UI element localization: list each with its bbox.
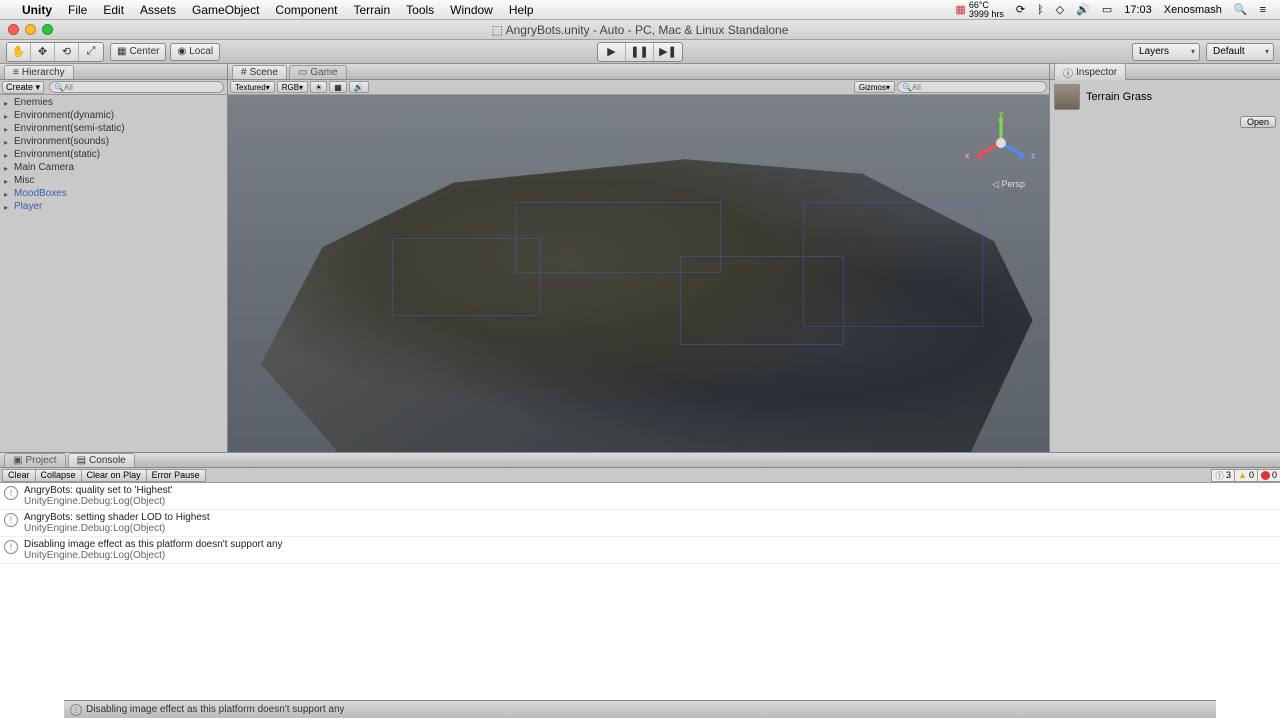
game-tab[interactable]: ▭ Game bbox=[289, 65, 347, 79]
space-toggle[interactable]: ◉ Local bbox=[170, 43, 220, 61]
scale-tool[interactable]: ⤢ bbox=[79, 43, 103, 61]
hierarchy-item[interactable]: Environment(sounds) bbox=[0, 135, 227, 148]
hand-tool[interactable]: ✋ bbox=[7, 43, 31, 61]
bottom-panel: ▣ Project ▤ Console Clear Collapse Clear… bbox=[0, 452, 1280, 720]
rotate-tool[interactable]: ⟲ bbox=[55, 43, 79, 61]
play-controls: ▶ ❚❚ ▶❚ bbox=[597, 42, 683, 62]
hierarchy-item[interactable]: Environment(static) bbox=[0, 148, 227, 161]
menu-gameobject[interactable]: GameObject bbox=[184, 3, 267, 17]
orientation-gizmo[interactable]: y x z bbox=[971, 113, 1031, 173]
console-body[interactable]: ! AngryBots: quality set to 'Highest'Uni… bbox=[0, 483, 1280, 720]
console-clear[interactable]: Clear bbox=[2, 469, 36, 482]
inspector-tab[interactable]: ⓘ Inspector bbox=[1054, 63, 1126, 81]
info-icon: ! bbox=[4, 486, 18, 500]
bluetooth-icon[interactable]: ᛒ bbox=[1031, 4, 1050, 16]
notifications-icon[interactable]: ≡ bbox=[1254, 4, 1272, 16]
console-error-pause[interactable]: Error Pause bbox=[146, 469, 206, 482]
hierarchy-panel: ≡ Hierarchy Create ▾ 🔍All Enemies Enviro… bbox=[0, 64, 228, 452]
shading-mode[interactable]: Textured ▾ bbox=[230, 81, 275, 93]
unity-toolbar: ✋ ✥ ⟲ ⤢ ▦ Center ◉ Local ▶ ❚❚ ▶❚ Layers … bbox=[0, 40, 1280, 64]
menu-assets[interactable]: Assets bbox=[132, 3, 184, 17]
pivot-toggle[interactable]: ▦ Center bbox=[110, 43, 166, 61]
scene-fx-toggle[interactable]: ▦ bbox=[329, 81, 347, 93]
asset-name: Terrain Grass bbox=[1086, 91, 1152, 103]
status-bar: ! Disabling image effect as this platfor… bbox=[64, 700, 1216, 718]
menu-tools[interactable]: Tools bbox=[398, 3, 442, 17]
menu-window[interactable]: Window bbox=[442, 3, 501, 17]
info-icon: ! bbox=[4, 513, 18, 527]
window-close-button[interactable] bbox=[8, 24, 19, 35]
menu-help[interactable]: Help bbox=[501, 3, 542, 17]
window-titlebar: ⬚ AngryBots.unity - Auto - PC, Mac & Lin… bbox=[0, 20, 1280, 40]
lighting-toggle[interactable]: ☀ bbox=[310, 81, 327, 93]
scene-panel: # Scene ▭ Game Textured ▾ RGB ▾ ☀ ▦ 🔊 Gi… bbox=[228, 64, 1050, 452]
hierarchy-search[interactable]: 🔍All bbox=[49, 81, 224, 93]
hierarchy-item[interactable]: Misc bbox=[0, 174, 227, 187]
console-log-entry[interactable]: ! Disabling image effect as this platfor… bbox=[0, 537, 1280, 564]
hierarchy-item[interactable]: Player bbox=[0, 200, 227, 213]
scene-viewport[interactable]: y x z ◁ Persp bbox=[228, 95, 1049, 452]
hierarchy-item[interactable]: Environment(dynamic) bbox=[0, 109, 227, 122]
pause-button[interactable]: ❚❚ bbox=[626, 43, 654, 61]
asset-thumbnail bbox=[1054, 84, 1080, 110]
gizmos-dropdown[interactable]: Gizmos ▾ bbox=[854, 81, 895, 93]
weather-widget[interactable]: ▦ 66°C3999 hrs bbox=[949, 1, 1009, 19]
play-button[interactable]: ▶ bbox=[598, 43, 626, 61]
audio-toggle[interactable]: 🔊 bbox=[349, 81, 369, 93]
window-zoom-button[interactable] bbox=[42, 24, 53, 35]
hierarchy-create[interactable]: Create ▾ bbox=[2, 81, 44, 94]
window-title: ⬚ AngryBots.unity - Auto - PC, Mac & Lin… bbox=[492, 23, 789, 37]
scene-search[interactable]: 🔍All bbox=[897, 81, 1047, 93]
menu-edit[interactable]: Edit bbox=[95, 3, 132, 17]
console-collapse[interactable]: Collapse bbox=[35, 469, 82, 482]
info-count[interactable]: ⓵3 bbox=[1211, 469, 1235, 482]
info-icon: ! bbox=[4, 540, 18, 554]
hierarchy-item[interactable]: MoodBoxes bbox=[0, 187, 227, 200]
console-log-entry[interactable]: ! AngryBots: setting shader LOD to Highe… bbox=[0, 510, 1280, 537]
mac-menubar: Unity File Edit Assets GameObject Compon… bbox=[0, 0, 1280, 20]
menu-component[interactable]: Component bbox=[267, 3, 345, 17]
layout-dropdown[interactable]: Default bbox=[1206, 43, 1274, 61]
hierarchy-tab[interactable]: ≡ Hierarchy bbox=[4, 65, 74, 79]
render-mode[interactable]: RGB ▾ bbox=[277, 81, 308, 93]
hierarchy-item[interactable]: Environment(semi-static) bbox=[0, 122, 227, 135]
menu-app[interactable]: Unity bbox=[14, 3, 60, 17]
sync-icon[interactable]: ⟳ bbox=[1010, 3, 1031, 16]
menu-file[interactable]: File bbox=[60, 3, 95, 17]
console-clear-on-play[interactable]: Clear on Play bbox=[81, 469, 147, 482]
layers-dropdown[interactable]: Layers bbox=[1132, 43, 1200, 61]
inspector-panel: ⓘ Inspector Terrain Grass Open bbox=[1050, 64, 1280, 452]
hierarchy-item[interactable]: Main Camera bbox=[0, 161, 227, 174]
window-minimize-button[interactable] bbox=[25, 24, 36, 35]
wireframe-icon bbox=[392, 238, 540, 317]
info-icon: ! bbox=[70, 704, 82, 716]
open-asset-button[interactable]: Open bbox=[1240, 116, 1276, 128]
projection-label[interactable]: ◁ Persp bbox=[992, 179, 1025, 190]
project-tab[interactable]: ▣ Project bbox=[4, 453, 66, 467]
move-tool[interactable]: ✥ bbox=[31, 43, 55, 61]
error-count[interactable]: 0 bbox=[1257, 469, 1280, 482]
wifi-icon[interactable]: ◇ bbox=[1050, 3, 1070, 16]
console-log-entry[interactable]: ! AngryBots: quality set to 'Highest'Uni… bbox=[0, 483, 1280, 510]
user-menu[interactable]: Xenosmash bbox=[1158, 4, 1228, 16]
console-tab[interactable]: ▤ Console bbox=[68, 453, 135, 467]
volume-icon[interactable]: 🔊 bbox=[1070, 3, 1096, 16]
step-button[interactable]: ▶❚ bbox=[654, 43, 682, 61]
scene-tab[interactable]: # Scene bbox=[232, 65, 287, 79]
transform-tools: ✋ ✥ ⟲ ⤢ bbox=[6, 42, 104, 62]
menu-terrain[interactable]: Terrain bbox=[345, 3, 398, 17]
status-text: Disabling image effect as this platform … bbox=[86, 704, 345, 715]
hierarchy-list[interactable]: Enemies Environment(dynamic) Environment… bbox=[0, 95, 227, 452]
wireframe-icon bbox=[803, 202, 984, 327]
battery-icon[interactable]: ▭ bbox=[1096, 3, 1118, 16]
warn-count[interactable]: ▲0 bbox=[1234, 469, 1258, 482]
clock[interactable]: 17:03 bbox=[1118, 4, 1158, 16]
spotlight-icon[interactable]: 🔍 bbox=[1228, 3, 1254, 16]
hierarchy-item[interactable]: Enemies bbox=[0, 96, 227, 109]
